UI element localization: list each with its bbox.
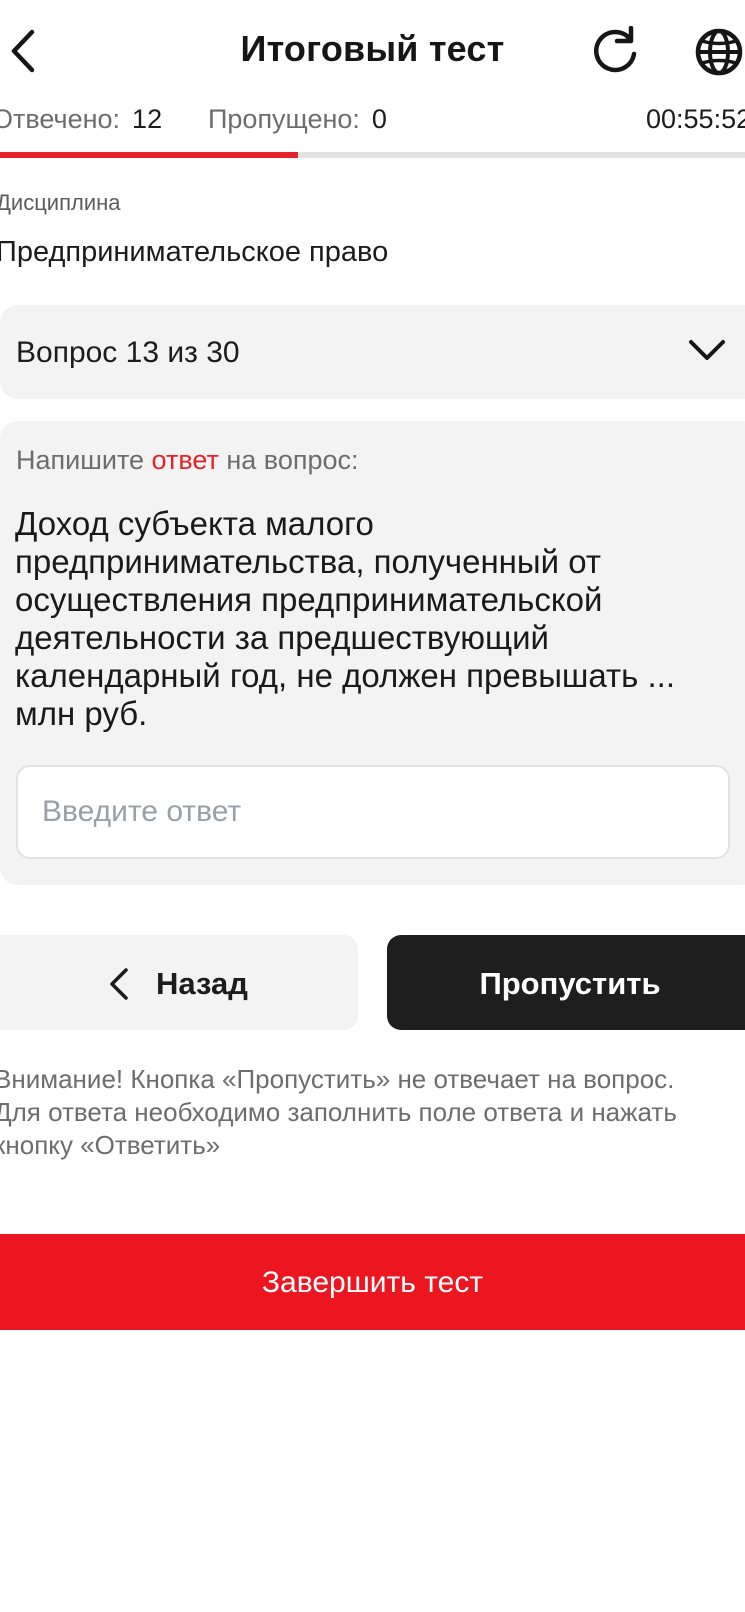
chevron-down-icon <box>689 340 725 360</box>
header: Итоговый тест <box>0 0 745 100</box>
finish-test-label: Завершить тест <box>261 1266 484 1299</box>
question-card: Напишите ответ на вопрос: Доход субъекта… <box>0 421 745 885</box>
answered-counter: Отвечено: 12 <box>0 104 162 135</box>
notice-line: Для ответа необходимо заполнить поле отв… <box>0 1097 677 1127</box>
question-text: Доход субъекта малого предпринимательств… <box>15 505 675 732</box>
question-selector[interactable]: Вопрос 13 из 30 <box>0 305 745 399</box>
refresh-icon <box>594 25 637 73</box>
question-selector-label: Вопрос 13 из 30 <box>16 336 240 369</box>
discipline-label: Дисциплина <box>0 190 121 215</box>
back-button-label: Назад <box>156 966 248 1001</box>
refresh-button[interactable] <box>590 25 640 76</box>
skip-button[interactable]: Пропустить <box>387 935 745 1030</box>
prompt-accent: ответ <box>151 445 219 475</box>
final-test-screen: Итоговый тест Отвечено: 12 Пропущено: 0 00… <box>0 0 745 1612</box>
progress-fill <box>0 152 298 158</box>
timer: 00:55:52 <box>646 104 745 134</box>
prompt-text-end: на вопрос: <box>218 445 359 475</box>
finish-test-button[interactable]: Завершить тест <box>0 1234 745 1330</box>
answered-label: Отвечено: <box>0 104 121 134</box>
skip-notice: Внимание! Кнопка «Пропустить» не отвечае… <box>0 1063 745 1162</box>
back-button-nav[interactable]: Назад <box>0 935 358 1030</box>
skip-button-label: Пропустить <box>479 966 661 1001</box>
progress-bar <box>0 152 745 158</box>
globe-icon <box>695 28 743 76</box>
skipped-label: Пропущено: <box>208 104 360 134</box>
discipline-value: Предпринимательское право <box>0 236 389 268</box>
skipped-counter: Пропущено: 0 <box>208 104 387 135</box>
prompt-text: Напишите <box>16 445 152 475</box>
skipped-value: 0 <box>371 104 387 134</box>
answered-value: 12 <box>132 104 163 134</box>
answer-input[interactable] <box>16 765 730 859</box>
chevron-left-icon <box>110 968 128 1000</box>
question-prompt: Напишите ответ на вопрос: <box>16 445 359 476</box>
notice-line: Внимание! Кнопка «Пропустить» не отвечае… <box>0 1064 675 1094</box>
notice-line: кнопку «Ответить» <box>0 1130 221 1160</box>
language-button[interactable] <box>693 26 745 78</box>
test-stats: Отвечено: 12 Пропущено: 0 00:55:52 <box>0 104 745 140</box>
